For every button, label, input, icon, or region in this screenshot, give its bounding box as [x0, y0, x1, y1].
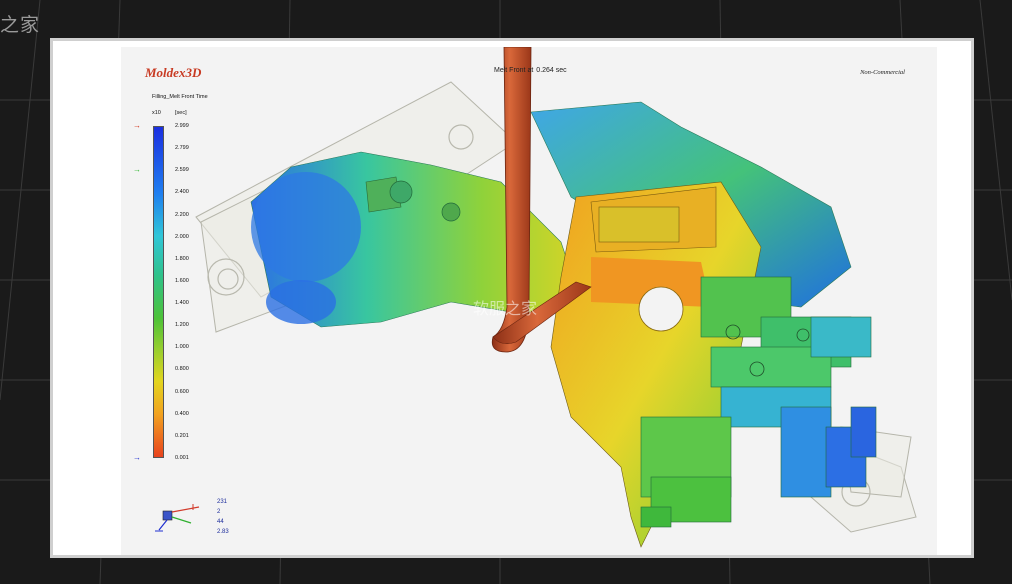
scale-tick-label: 2.599	[175, 167, 189, 174]
scale-tick-label: 2.999	[175, 123, 189, 129]
scale-tick-label: 1.400	[175, 300, 189, 307]
scale-tick-label: 2.400	[175, 189, 189, 196]
scale-marker-arrow-icon: →	[133, 453, 141, 462]
scale-tick-label: 2.000	[175, 233, 189, 240]
readout-line: 2.83	[217, 529, 229, 535]
scale-tick-label: 2.200	[175, 211, 189, 218]
melt-front-value: 0.264 sec	[536, 67, 567, 74]
corner-watermark: 之家	[0, 14, 41, 36]
color-scale-bar	[153, 126, 164, 458]
readout-line: 2	[217, 509, 221, 515]
scale-tick-label: 1.200	[175, 322, 189, 329]
scale-tick-label: 2.799	[175, 145, 189, 152]
melt-front-title: Melt Front at 0.264 sec	[491, 67, 567, 74]
readout-line: 231	[217, 499, 228, 505]
license-label: Non-Commercial	[860, 69, 905, 76]
unit-label: [sec]	[175, 110, 187, 116]
scale-tick-label: 0.001	[175, 455, 189, 461]
result-name: Filling_Melt Front Time	[152, 94, 208, 100]
readout-values: 231 2 44 2.83	[217, 497, 229, 537]
scale-tick-label: 1.600	[175, 277, 189, 284]
scale-tick-label: 0.201	[175, 432, 189, 439]
scale-tick-label: 1.800	[175, 255, 189, 262]
brand-logo: Moldex3D	[145, 65, 202, 80]
center-watermark: 软服之家	[473, 299, 538, 318]
axis-triad-icon	[155, 504, 200, 532]
scale-marker-arrow-icon: →	[133, 121, 141, 130]
scale-tick-label: 1.000	[175, 344, 189, 351]
unit-exponent: x10	[152, 110, 161, 116]
scale-tick-label: 0.800	[175, 366, 189, 373]
color-scale-labels: 2.999 2.799 2.599 2.400 2.200 2.000 1.800 1.600…	[175, 123, 215, 461]
scale-marker-arrow-icon: →	[133, 165, 141, 175]
scale-tick-label: 0.600	[175, 388, 189, 395]
scale-tick-label: 0.400	[175, 410, 189, 417]
image-frame: Moldex3D Melt Front at 0.264 sec Non-Comm…	[50, 38, 974, 558]
simulation-viewport[interactable]: Moldex3D Melt Front at 0.264 sec Non-Comm…	[121, 47, 937, 555]
melt-front-label: Melt Front at	[494, 67, 534, 74]
readout-line: 44	[217, 519, 224, 525]
